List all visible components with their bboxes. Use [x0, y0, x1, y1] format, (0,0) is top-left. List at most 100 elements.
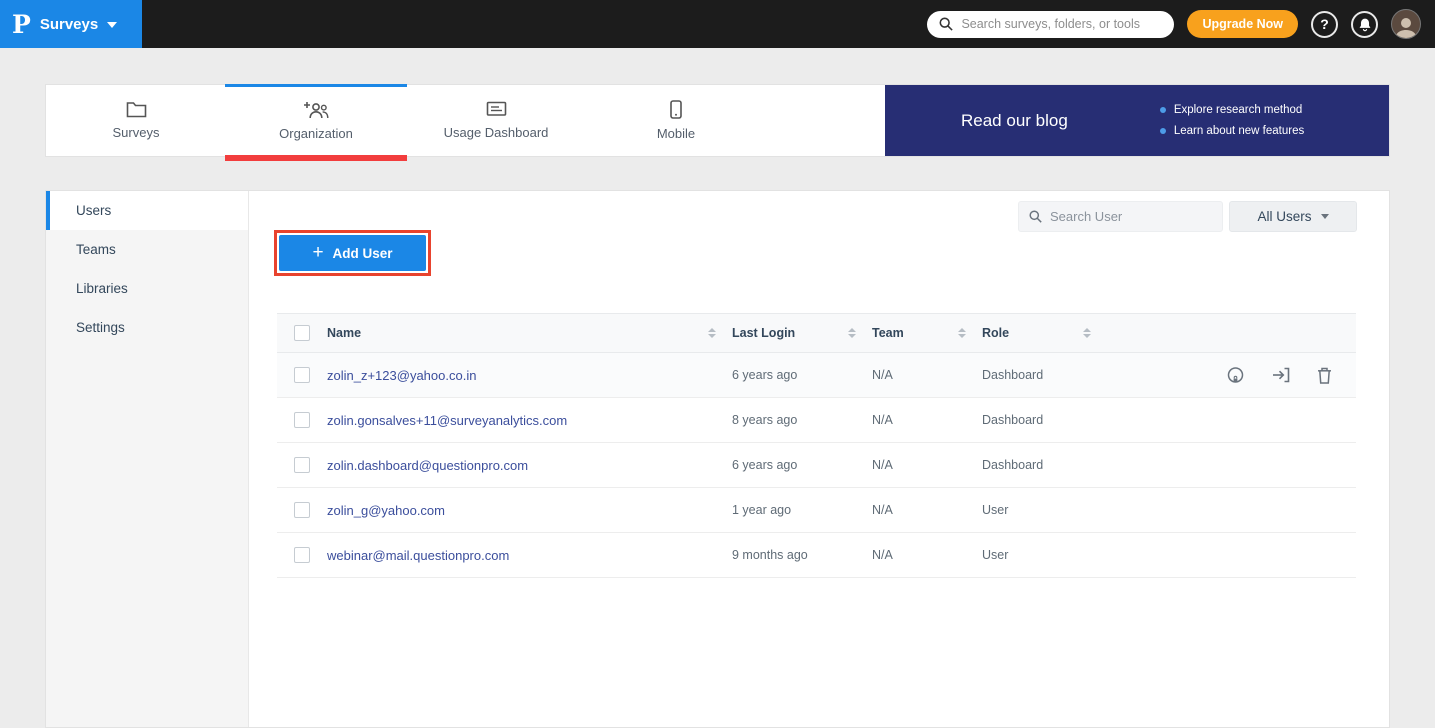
tab-surveys[interactable]: Surveys — [46, 85, 226, 156]
role-cell: Dashboard — [982, 458, 1107, 472]
select-all-checkbox[interactable] — [294, 325, 310, 341]
team-cell: N/A — [872, 368, 982, 382]
team-cell: N/A — [872, 548, 982, 562]
organization-panel: Users Teams Libraries Settings All Users… — [45, 190, 1390, 728]
row-checkbox[interactable] — [294, 502, 310, 518]
org-sidebar: Users Teams Libraries Settings — [46, 191, 249, 727]
sort-icon[interactable] — [1083, 328, 1091, 338]
user-search-input[interactable] — [1050, 209, 1226, 224]
blog-bullet-text: Explore research method — [1174, 104, 1302, 116]
sort-icon[interactable] — [848, 328, 856, 338]
notifications-bell-icon[interactable] — [1351, 11, 1378, 38]
lock-circle-icon[interactable] — [1226, 366, 1245, 385]
user-search-box[interactable] — [1018, 201, 1223, 232]
blog-bullet-text: Learn about new features — [1174, 125, 1304, 137]
sidebar-item-settings[interactable]: Settings — [46, 308, 248, 347]
header-label: Last Login — [732, 326, 795, 340]
app-menu-label: Surveys — [40, 16, 98, 33]
row-checkbox[interactable] — [294, 457, 310, 473]
header-label: Name — [327, 326, 361, 340]
sidebar-item-users[interactable]: Users — [46, 191, 248, 230]
users-table: Name Last Login Team Role zolin_z+123@ya… — [277, 313, 1356, 578]
active-tab-topline — [225, 84, 407, 87]
header-name[interactable]: Name — [327, 326, 732, 340]
row-checkbox[interactable] — [294, 547, 310, 563]
sidebar-item-libraries[interactable]: Libraries — [46, 269, 248, 308]
header-last-login[interactable]: Last Login — [732, 326, 872, 340]
user-email-link[interactable]: webinar@mail.questionpro.com — [327, 548, 732, 563]
header-label: Role — [982, 326, 1009, 340]
chevron-down-icon — [107, 22, 117, 28]
header-team[interactable]: Team — [872, 326, 982, 340]
chevron-down-icon — [1321, 214, 1329, 219]
sort-icon[interactable] — [708, 328, 716, 338]
user-email-link[interactable]: zolin.gonsalves+11@surveyanalytics.com — [327, 413, 732, 428]
plus-icon: + — [312, 243, 323, 262]
user-email-link[interactable]: zolin_g@yahoo.com — [327, 503, 732, 518]
last-login-cell: 8 years ago — [732, 413, 872, 427]
add-user-annotation: + Add User — [274, 230, 431, 276]
upgrade-now-button[interactable]: Upgrade Now — [1187, 10, 1298, 38]
tab-organization[interactable]: Organization — [226, 85, 406, 156]
search-icon — [939, 17, 953, 31]
add-user-button[interactable]: + Add User — [279, 235, 426, 271]
last-login-cell: 6 years ago — [732, 368, 872, 382]
sidebar-item-teams[interactable]: Teams — [46, 230, 248, 269]
header-role[interactable]: Role — [982, 326, 1107, 340]
row-checkbox[interactable] — [294, 412, 310, 428]
sort-icon[interactable] — [958, 328, 966, 338]
last-login-cell: 9 months ago — [732, 548, 872, 562]
sidebar-item-label: Libraries — [76, 281, 128, 296]
user-filter-dropdown[interactable]: All Users — [1229, 201, 1357, 232]
table-row[interactable]: zolin.dashboard@questionpro.com 6 years … — [277, 443, 1356, 488]
questionpro-logo: P — [12, 12, 31, 37]
question-mark: ? — [1320, 16, 1329, 32]
sidebar-item-label: Users — [76, 203, 111, 218]
user-email-link[interactable]: zolin.dashboard@questionpro.com — [327, 458, 732, 473]
sidebar-item-label: Teams — [76, 242, 116, 257]
sign-in-icon[interactable] — [1272, 367, 1290, 383]
folder-icon — [126, 101, 147, 118]
trash-icon[interactable] — [1317, 367, 1332, 384]
role-cell: User — [982, 548, 1107, 562]
user-filter-label: All Users — [1257, 209, 1311, 224]
table-row[interactable]: webinar@mail.questionpro.com 9 months ag… — [277, 533, 1356, 578]
table-row[interactable]: zolin_g@yahoo.com 1 year ago N/A User — [277, 488, 1356, 533]
add-user-label: Add User — [333, 246, 393, 261]
last-login-cell: 1 year ago — [732, 503, 872, 517]
header-label: Team — [872, 326, 904, 340]
blog-bullet-item: Explore research method — [1160, 104, 1304, 116]
dashboard-icon — [486, 101, 507, 118]
tab-label: Organization — [279, 126, 353, 141]
blog-bullet-item: Learn about new features — [1160, 125, 1304, 137]
help-icon[interactable]: ? — [1311, 11, 1338, 38]
mobile-icon — [670, 100, 682, 119]
active-tab-underline — [225, 155, 407, 161]
row-checkbox[interactable] — [294, 367, 310, 383]
blog-bullet-list: Explore research method Learn about new … — [1160, 104, 1304, 137]
people-add-icon — [303, 101, 329, 119]
app-switcher[interactable]: P Surveys — [0, 0, 142, 48]
global-search[interactable] — [927, 11, 1174, 38]
bullet-dot-icon — [1160, 128, 1166, 134]
last-login-cell: 6 years ago — [732, 458, 872, 472]
table-row[interactable]: zolin_z+123@yahoo.co.in 6 years ago N/A … — [277, 353, 1356, 398]
blog-promo-panel[interactable]: Read our blog Explore research method Le… — [885, 85, 1389, 156]
role-cell: Dashboard — [982, 368, 1107, 382]
tab-mobile[interactable]: Mobile — [586, 85, 766, 156]
tab-usage-dashboard[interactable]: Usage Dashboard — [406, 85, 586, 156]
user-avatar[interactable] — [1391, 9, 1421, 39]
top-bar: P Surveys Upgrade Now ? — [0, 0, 1435, 48]
team-cell: N/A — [872, 458, 982, 472]
table-row[interactable]: zolin.gonsalves+11@surveyanalytics.com 8… — [277, 398, 1356, 443]
blog-title: Read our blog — [961, 111, 1068, 131]
users-content: All Users + Add User Name Last Login Tea… — [249, 191, 1389, 727]
tab-label: Mobile — [657, 126, 695, 141]
search-icon — [1029, 210, 1042, 223]
user-email-link[interactable]: zolin_z+123@yahoo.co.in — [327, 368, 732, 383]
table-header-row: Name Last Login Team Role — [277, 313, 1356, 353]
bullet-dot-icon — [1160, 107, 1166, 113]
team-cell: N/A — [872, 413, 982, 427]
team-cell: N/A — [872, 503, 982, 517]
global-search-input[interactable] — [961, 17, 1162, 31]
